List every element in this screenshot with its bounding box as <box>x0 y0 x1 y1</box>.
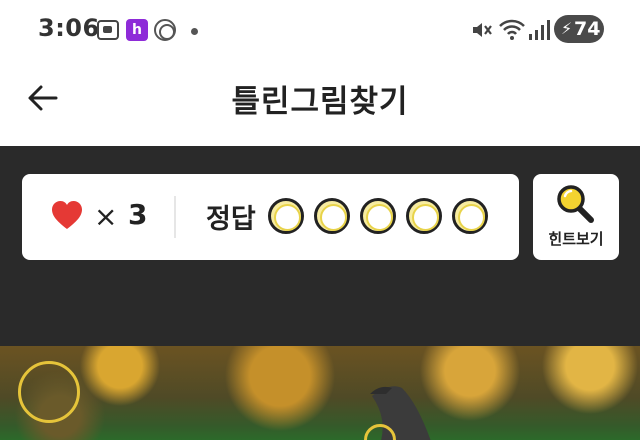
status-time: 3:06 <box>38 14 100 42</box>
app-header: 틀린그림찾기 <box>0 62 640 146</box>
witch-hat <box>370 386 431 440</box>
answer-label: 정답 <box>206 204 256 235</box>
game-panel: × 3 정답 힌트보기 <box>0 146 640 346</box>
answer-slot <box>314 198 350 234</box>
answer-slot <box>268 198 304 234</box>
page-title: 틀린그림찾기 <box>231 84 409 120</box>
answer-slot <box>360 198 396 234</box>
heart-icon <box>52 201 82 229</box>
hint-button[interactable]: 힌트보기 <box>533 174 619 260</box>
battery-icon: ⚡ 74 <box>554 15 604 43</box>
app-circle-icon <box>154 19 176 41</box>
divider <box>174 196 176 238</box>
wifi-icon <box>499 19 525 40</box>
puzzle-image[interactable] <box>0 346 640 440</box>
battery-level: 74 <box>574 18 601 40</box>
lives-count: 3 <box>128 198 148 231</box>
lives-multiplier: × <box>94 200 118 233</box>
answer-slot <box>406 198 442 234</box>
magnifier-icon <box>557 185 594 223</box>
difference-marker[interactable] <box>18 361 80 423</box>
signal-icon <box>529 20 550 40</box>
app-h-icon: h <box>126 19 148 41</box>
hint-label: 힌트보기 <box>548 230 604 248</box>
screenshot-icon <box>97 20 119 40</box>
answer-slot <box>452 198 488 234</box>
score-card: × 3 정답 <box>22 174 519 260</box>
status-bar: 3:06 h ⚡ 74 <box>0 0 640 62</box>
notification-dot <box>191 28 198 35</box>
mute-icon <box>473 23 492 37</box>
